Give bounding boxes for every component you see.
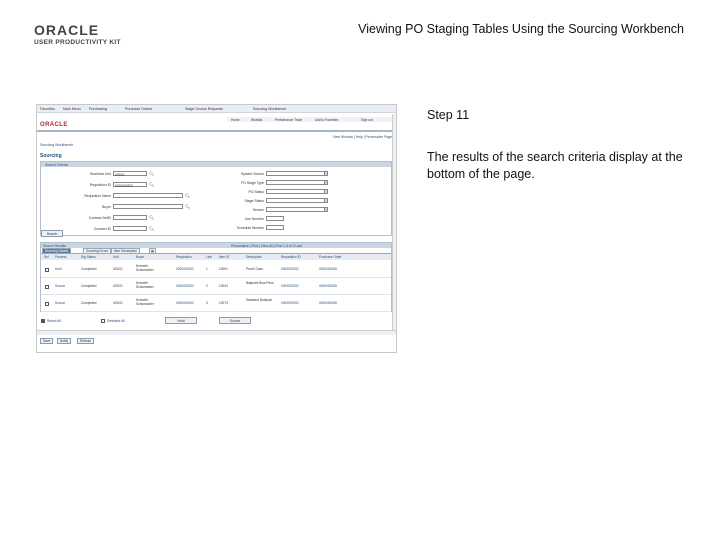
search-criteria-header[interactable]: Search Criteria — [41, 162, 391, 167]
row-select-checkbox[interactable] — [45, 302, 49, 306]
source-button[interactable]: Source — [219, 317, 251, 324]
dropdown-arrow-icon[interactable] — [324, 198, 328, 203]
step-title: Step 11 — [427, 108, 470, 122]
page-title: Sourcing — [40, 153, 62, 159]
utility-links[interactable]: New Window | Help | Personalize Page — [333, 135, 392, 139]
results-column-headers: Sel Process Stg Status Unit Buyer Requis… — [41, 254, 391, 260]
notify-button[interactable]: Notify — [57, 338, 72, 344]
brand-name: ORACLE — [34, 22, 100, 38]
table-row: Source Completed US001 Kenneth Schumache… — [41, 278, 391, 295]
lookup-icon[interactable]: 🔍︎ — [149, 215, 154, 220]
row-select-checkbox[interactable] — [45, 268, 49, 272]
table-row: Hold Completed US001 Kenneth Schumacher … — [41, 261, 391, 278]
requisition-name-field[interactable]: Requisition Name 🔍︎ — [84, 193, 190, 198]
deselect-all-control[interactable]: Deselect All — [101, 317, 161, 325]
lookup-icon[interactable]: 🔍︎ — [149, 226, 154, 231]
page-utility-bar: New Window | Help | Personalize Page — [37, 134, 396, 140]
nav-item[interactable]: Purchase Orders — [125, 107, 152, 111]
step-description: The results of the search criteria displ… — [427, 150, 683, 181]
nav-item[interactable]: Purchasing — [89, 107, 107, 111]
select-all-control[interactable]: Select All — [41, 317, 101, 325]
refresh-button[interactable]: Refresh — [77, 338, 95, 344]
po-status-select[interactable]: PO Status — [249, 189, 328, 194]
dropdown-arrow-icon[interactable] — [324, 180, 328, 185]
document-title: Viewing PO Staging Tables Using the Sour… — [358, 22, 684, 36]
table-row: Source Completed US001 Kenneth Schumache… — [41, 295, 391, 312]
application-screenshot: Favorites Main Menu Purchasing Purchase … — [36, 104, 397, 353]
system-source-select[interactable]: System Source — [241, 171, 328, 176]
vertical-scrollbar[interactable] — [392, 114, 396, 330]
nav-item[interactable]: Main Menu — [63, 107, 81, 111]
sign-out-link[interactable]: Sign out — [361, 118, 373, 122]
select-all-checkbox[interactable] — [41, 319, 45, 323]
add-to-favorites-link[interactable]: Add to Favorites — [315, 118, 338, 122]
brand-subtitle: USER PRODUCTIVITY KIT — [34, 39, 121, 46]
deselect-all-checkbox[interactable] — [101, 319, 105, 323]
nav-item[interactable]: Stage Source Requests — [185, 107, 223, 111]
buyer-field[interactable]: Buyer 🔍︎ — [102, 204, 190, 209]
nav-item[interactable]: Sourcing Workbench — [253, 107, 286, 111]
line-number-field[interactable]: Line Number — [245, 216, 284, 221]
contract-id-field[interactable]: Contract ID 🔍︎ — [94, 226, 154, 231]
header-bar: ORACLE Home Worklist Performance Trace A… — [37, 114, 396, 132]
schedule-number-field[interactable]: Schedule Number — [237, 225, 284, 230]
nav-item[interactable]: Favorites — [40, 107, 55, 111]
oracle-upk-logo: ORACLE USER PRODUCTIVITY KIT — [34, 22, 126, 48]
service-select[interactable]: Service — [253, 207, 328, 212]
lookup-icon[interactable]: 🔍︎ — [149, 182, 154, 187]
page-toolbar: Save Notify Refresh — [37, 337, 396, 345]
lookup-icon[interactable]: 🔍︎ — [185, 193, 190, 198]
contract-setid-field[interactable]: Contract SetID 🔍︎ — [89, 215, 154, 220]
performance-trace-link[interactable]: Performance Trace — [275, 118, 302, 122]
worklist-link[interactable]: Worklist — [251, 118, 262, 122]
mini-oracle-logo: ORACLE — [40, 122, 68, 128]
portal-nav-bar: Favorites Main Menu Purchasing Purchase … — [37, 105, 396, 113]
row-select-checkbox[interactable] — [45, 285, 49, 289]
business-unit-field[interactable]: Business Unit US001 🔍︎ — [90, 171, 154, 177]
search-criteria-panel: Search Criteria Business Unit US001 🔍︎ R… — [40, 161, 392, 236]
search-results-grid: Search Results Personalize | Find | View… — [40, 242, 392, 312]
home-link[interactable]: Home — [231, 118, 240, 122]
search-button[interactable]: Search — [41, 230, 63, 237]
lookup-icon[interactable]: 🔍︎ — [149, 171, 154, 176]
header-links: Home Worklist Performance Trace Add to F… — [227, 117, 392, 122]
dropdown-arrow-icon[interactable] — [324, 207, 328, 212]
hold-button[interactable]: Hold — [165, 317, 197, 324]
dropdown-arrow-icon[interactable] — [324, 171, 328, 176]
dropdown-arrow-icon[interactable] — [324, 189, 328, 194]
save-button[interactable]: Save — [40, 338, 54, 344]
breadcrumb: Sourcing Workbench — [40, 143, 74, 147]
horizontal-scrollbar[interactable] — [37, 330, 396, 335]
lookup-icon[interactable]: 🔍︎ — [185, 204, 190, 209]
grid-navigation[interactable]: Personalize | Find | View All | First 1-… — [231, 244, 302, 248]
po-stage-type-select[interactable]: PO Stage Type — [241, 180, 328, 185]
stage-status-select[interactable]: Stage Status — [245, 198, 328, 203]
requisition-id-field[interactable]: Requisition ID 0000000252 🔍︎ — [90, 182, 154, 188]
